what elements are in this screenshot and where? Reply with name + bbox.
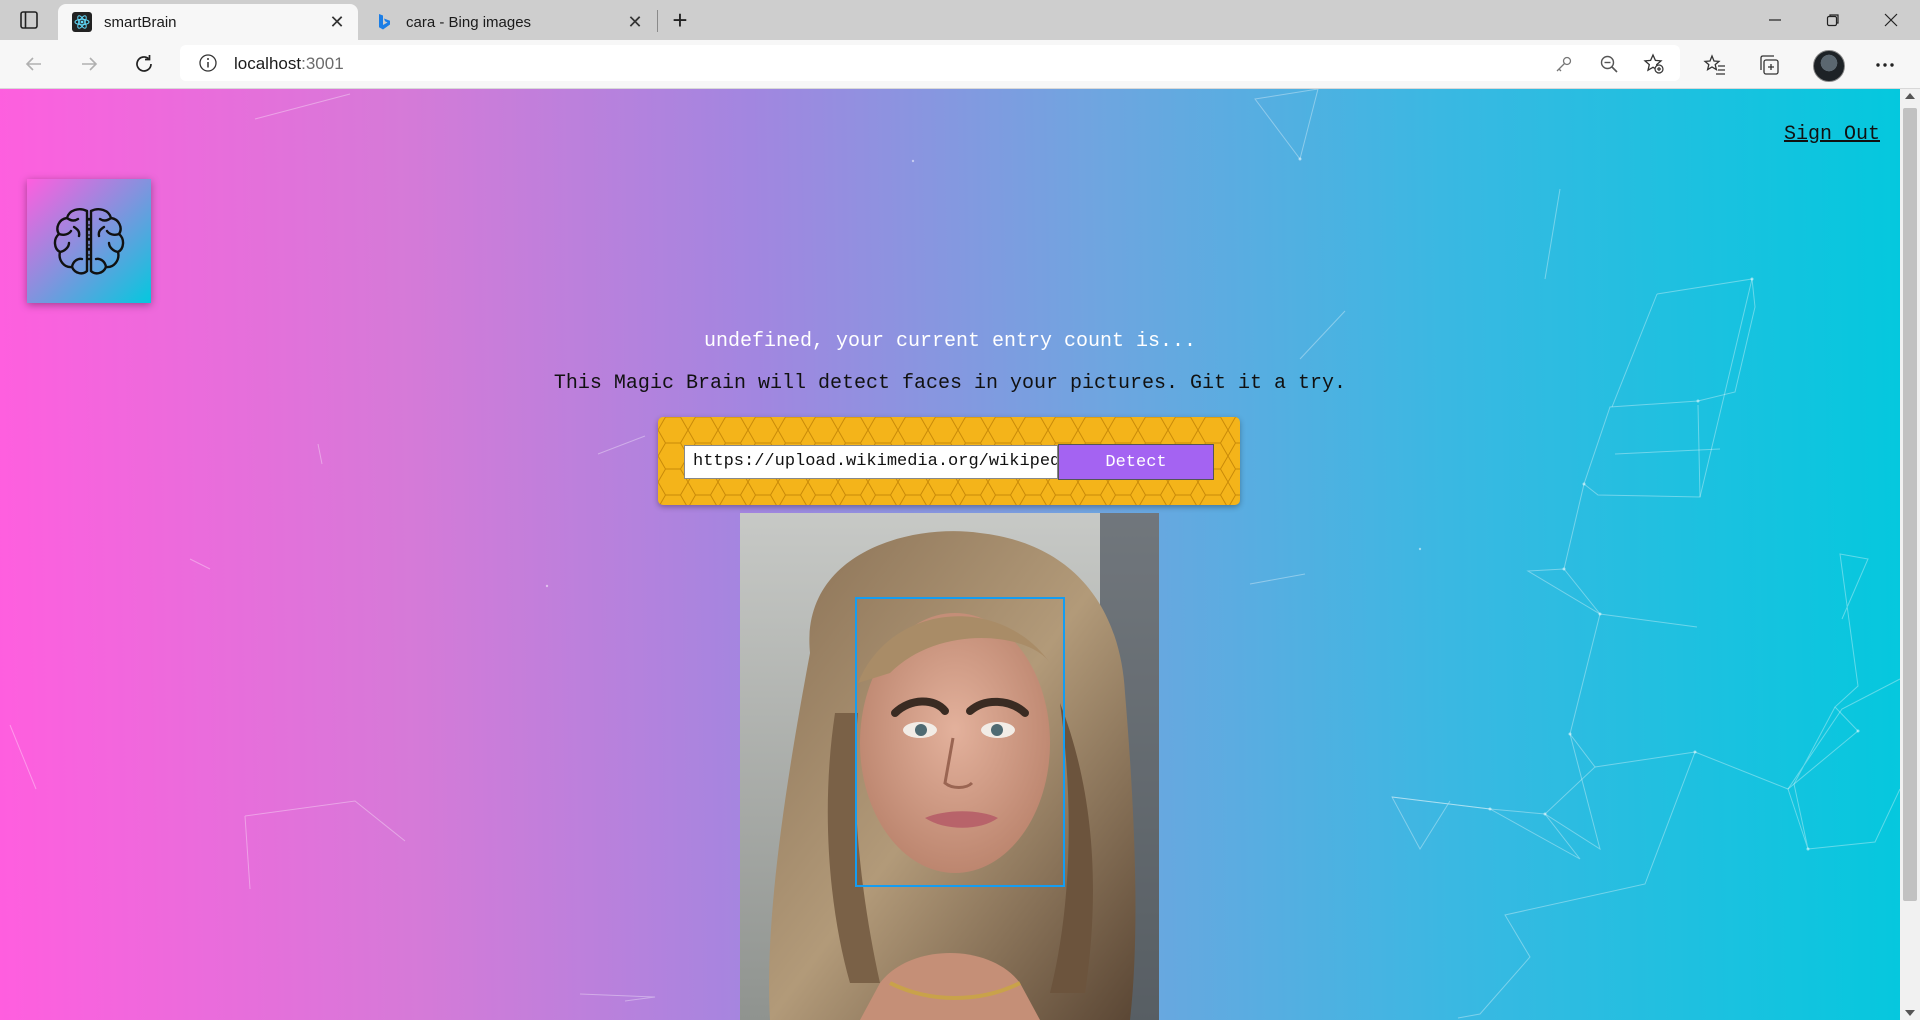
tab-smartbrain[interactable]: smartBrain ✕ <box>58 4 358 40</box>
image-url-input[interactable]: https://upload.wikimedia.org/wikiped <box>684 445 1058 479</box>
collections-icon[interactable] <box>1757 52 1783 78</box>
face-bounding-box <box>855 597 1065 887</box>
url-host: localhost <box>234 54 302 73</box>
url-port: :3001 <box>301 54 344 73</box>
intro-text: This Magic Brain will detect faces in yo… <box>553 372 1347 395</box>
sign-out-link[interactable]: Sign Out <box>1784 123 1880 146</box>
zoom-out-icon[interactable] <box>1598 53 1620 75</box>
forward-icon[interactable] <box>73 48 105 80</box>
scrollbar-thumb[interactable] <box>1903 108 1917 901</box>
minimize-icon[interactable] <box>1752 4 1798 36</box>
tab-title: smartBrain <box>104 13 177 31</box>
tab-actions-icon[interactable] <box>18 9 40 31</box>
favorites-icon[interactable] <box>1702 52 1728 78</box>
profile-avatar[interactable] <box>1813 50 1845 82</box>
url-text: localhost:3001 <box>234 54 344 74</box>
address-bar[interactable]: localhost:3001 <box>180 45 1680 81</box>
bing-icon <box>374 12 394 32</box>
input-image <box>740 513 1159 1020</box>
image-link-form: https://upload.wikimedia.org/wikiped Det… <box>658 417 1240 505</box>
new-tab-icon[interactable]: + <box>666 5 694 35</box>
entry-count-text: undefined, your current entry count is..… <box>703 330 1197 353</box>
refresh-icon[interactable] <box>128 48 160 80</box>
brain-icon <box>53 208 125 275</box>
close-tab-icon[interactable]: ✕ <box>624 11 646 33</box>
close-tab-icon[interactable]: ✕ <box>326 11 348 33</box>
scroll-up-arrow-icon[interactable] <box>1905 93 1915 99</box>
browser-toolbar: localhost:3001 <box>0 40 1920 89</box>
brain-logo <box>27 179 151 303</box>
key-icon[interactable] <box>1553 53 1575 75</box>
restore-icon[interactable] <box>1810 4 1856 36</box>
page-viewport: Sign Out undefined, your current entry c… <box>0 89 1900 1020</box>
tab-separator <box>657 10 658 32</box>
more-menu-icon[interactable] <box>1872 52 1898 78</box>
scroll-down-arrow-icon[interactable] <box>1905 1010 1915 1016</box>
tab-bing-images[interactable]: cara - Bing images ✕ <box>360 4 656 40</box>
close-window-icon[interactable] <box>1868 4 1914 36</box>
react-icon <box>72 12 92 32</box>
detect-button[interactable]: Detect <box>1058 444 1214 480</box>
tab-title: cara - Bing images <box>406 13 532 31</box>
tab-strip: smartBrain ✕ cara - Bing images ✕ + <box>0 0 1920 40</box>
add-favorite-icon[interactable] <box>1643 53 1665 75</box>
back-icon[interactable] <box>18 48 50 80</box>
site-info-icon[interactable] <box>198 53 218 73</box>
